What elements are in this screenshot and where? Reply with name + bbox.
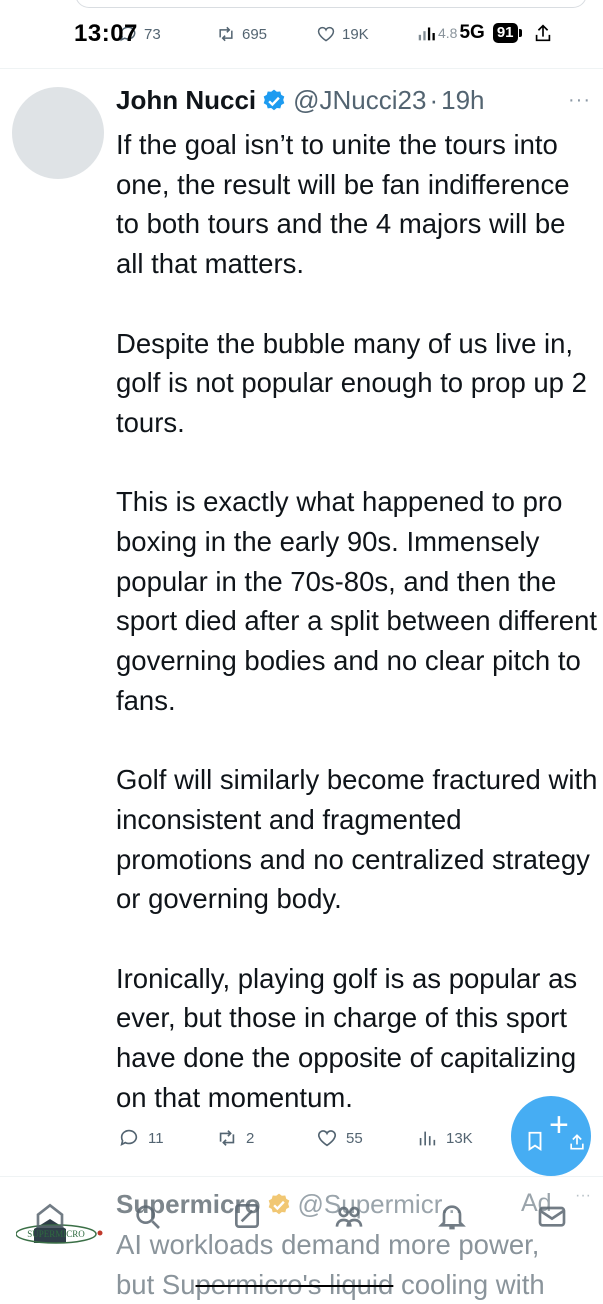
share-icon — [570, 1134, 584, 1150]
battery-level: 91 — [492, 23, 518, 43]
verified-badge-icon — [263, 89, 285, 110]
system-indicators: 4.8 5G 91 — [416, 22, 554, 44]
tweet-header: John Nucci @JNucci23 · 19h — [116, 85, 596, 116]
tweet-paragraph: Ironically, playing golf is as popular a… — [116, 962, 578, 1113]
tweet[interactable]: John Nucci @JNucci23 · 19h ··· If the go… — [0, 68, 603, 1147]
tweet-paragraph: Despite the bubble many of us live in, g… — [116, 327, 587, 438]
more-options-icon[interactable]: ··· — [568, 89, 591, 112]
status-bar: 73 695 19K 13:07 4.8 5G 91 — [0, 0, 603, 68]
views-count: 13K — [446, 1129, 473, 1147]
tweet-text: If the goal isn’t to unite the tours int… — [116, 125, 598, 1118]
plus-icon: + — [549, 1106, 569, 1144]
prev-reply-count: 73 — [144, 25, 161, 43]
status-clock: 13:07 — [74, 20, 138, 47]
author-name[interactable]: John Nucci — [116, 85, 256, 116]
network-type: 5G — [459, 22, 485, 43]
ad-text-fragment: permicro's liquid — [195, 1268, 394, 1300]
heart-icon — [317, 26, 335, 42]
notifications-bell-icon[interactable] — [436, 1200, 468, 1232]
retweet-icon — [219, 1130, 235, 1146]
views-chart-icon — [419, 1131, 436, 1146]
ad-text-fragment: but Su — [116, 1268, 196, 1300]
ad-text-line: but Supermicro's liquid cooling with — [116, 1265, 598, 1304]
like-count: 55 — [346, 1129, 363, 1147]
signal-bars-icon — [418, 27, 435, 41]
share-icon[interactable] — [532, 22, 554, 44]
avatar[interactable] — [12, 87, 104, 179]
previous-tweet-card-edge — [75, 0, 587, 8]
like-button[interactable]: 55 — [316, 1127, 363, 1149]
tweet-paragraph: This is exactly what happened to pro box… — [116, 486, 598, 716]
battery-tip — [518, 29, 522, 37]
grok-icon[interactable] — [231, 1200, 263, 1232]
prev-retweet-count: 695 — [242, 25, 268, 43]
prev-retweet-button[interactable]: 695 — [216, 24, 267, 44]
heart-icon — [317, 1130, 337, 1147]
reply-icon — [120, 1129, 138, 1146]
retweet-button[interactable]: 2 — [216, 1127, 254, 1149]
communities-icon[interactable] — [333, 1200, 365, 1232]
prev-like-count: 19K — [342, 25, 369, 43]
ad-text-fragment: cooling with — [393, 1268, 545, 1300]
bookmark-icon — [528, 1131, 542, 1151]
bottom-navigation — [0, 1200, 603, 1250]
views-button[interactable]: 13K — [416, 1127, 473, 1149]
author-handle[interactable]: @JNucci23 — [293, 85, 426, 116]
reply-count: 11 — [148, 1129, 164, 1147]
views-overlap-text: 4.8 — [438, 25, 458, 41]
reply-button[interactable]: 11 — [118, 1127, 164, 1149]
retweet-icon — [219, 26, 233, 42]
messages-envelope-icon[interactable] — [536, 1200, 568, 1232]
search-icon[interactable] — [131, 1200, 163, 1232]
header-separator: · — [429, 85, 439, 115]
home-icon[interactable] — [34, 1200, 66, 1232]
tweet-paragraph: Golf will similarly become fractured wit… — [116, 764, 598, 915]
compose-tweet-button[interactable]: + — [511, 1096, 591, 1176]
retweet-count: 2 — [246, 1129, 255, 1147]
tweet-time[interactable]: 19h — [441, 85, 484, 116]
prev-like-button[interactable]: 19K — [316, 24, 369, 44]
tweet-paragraph: If the goal isn’t to unite the tours int… — [116, 129, 570, 280]
